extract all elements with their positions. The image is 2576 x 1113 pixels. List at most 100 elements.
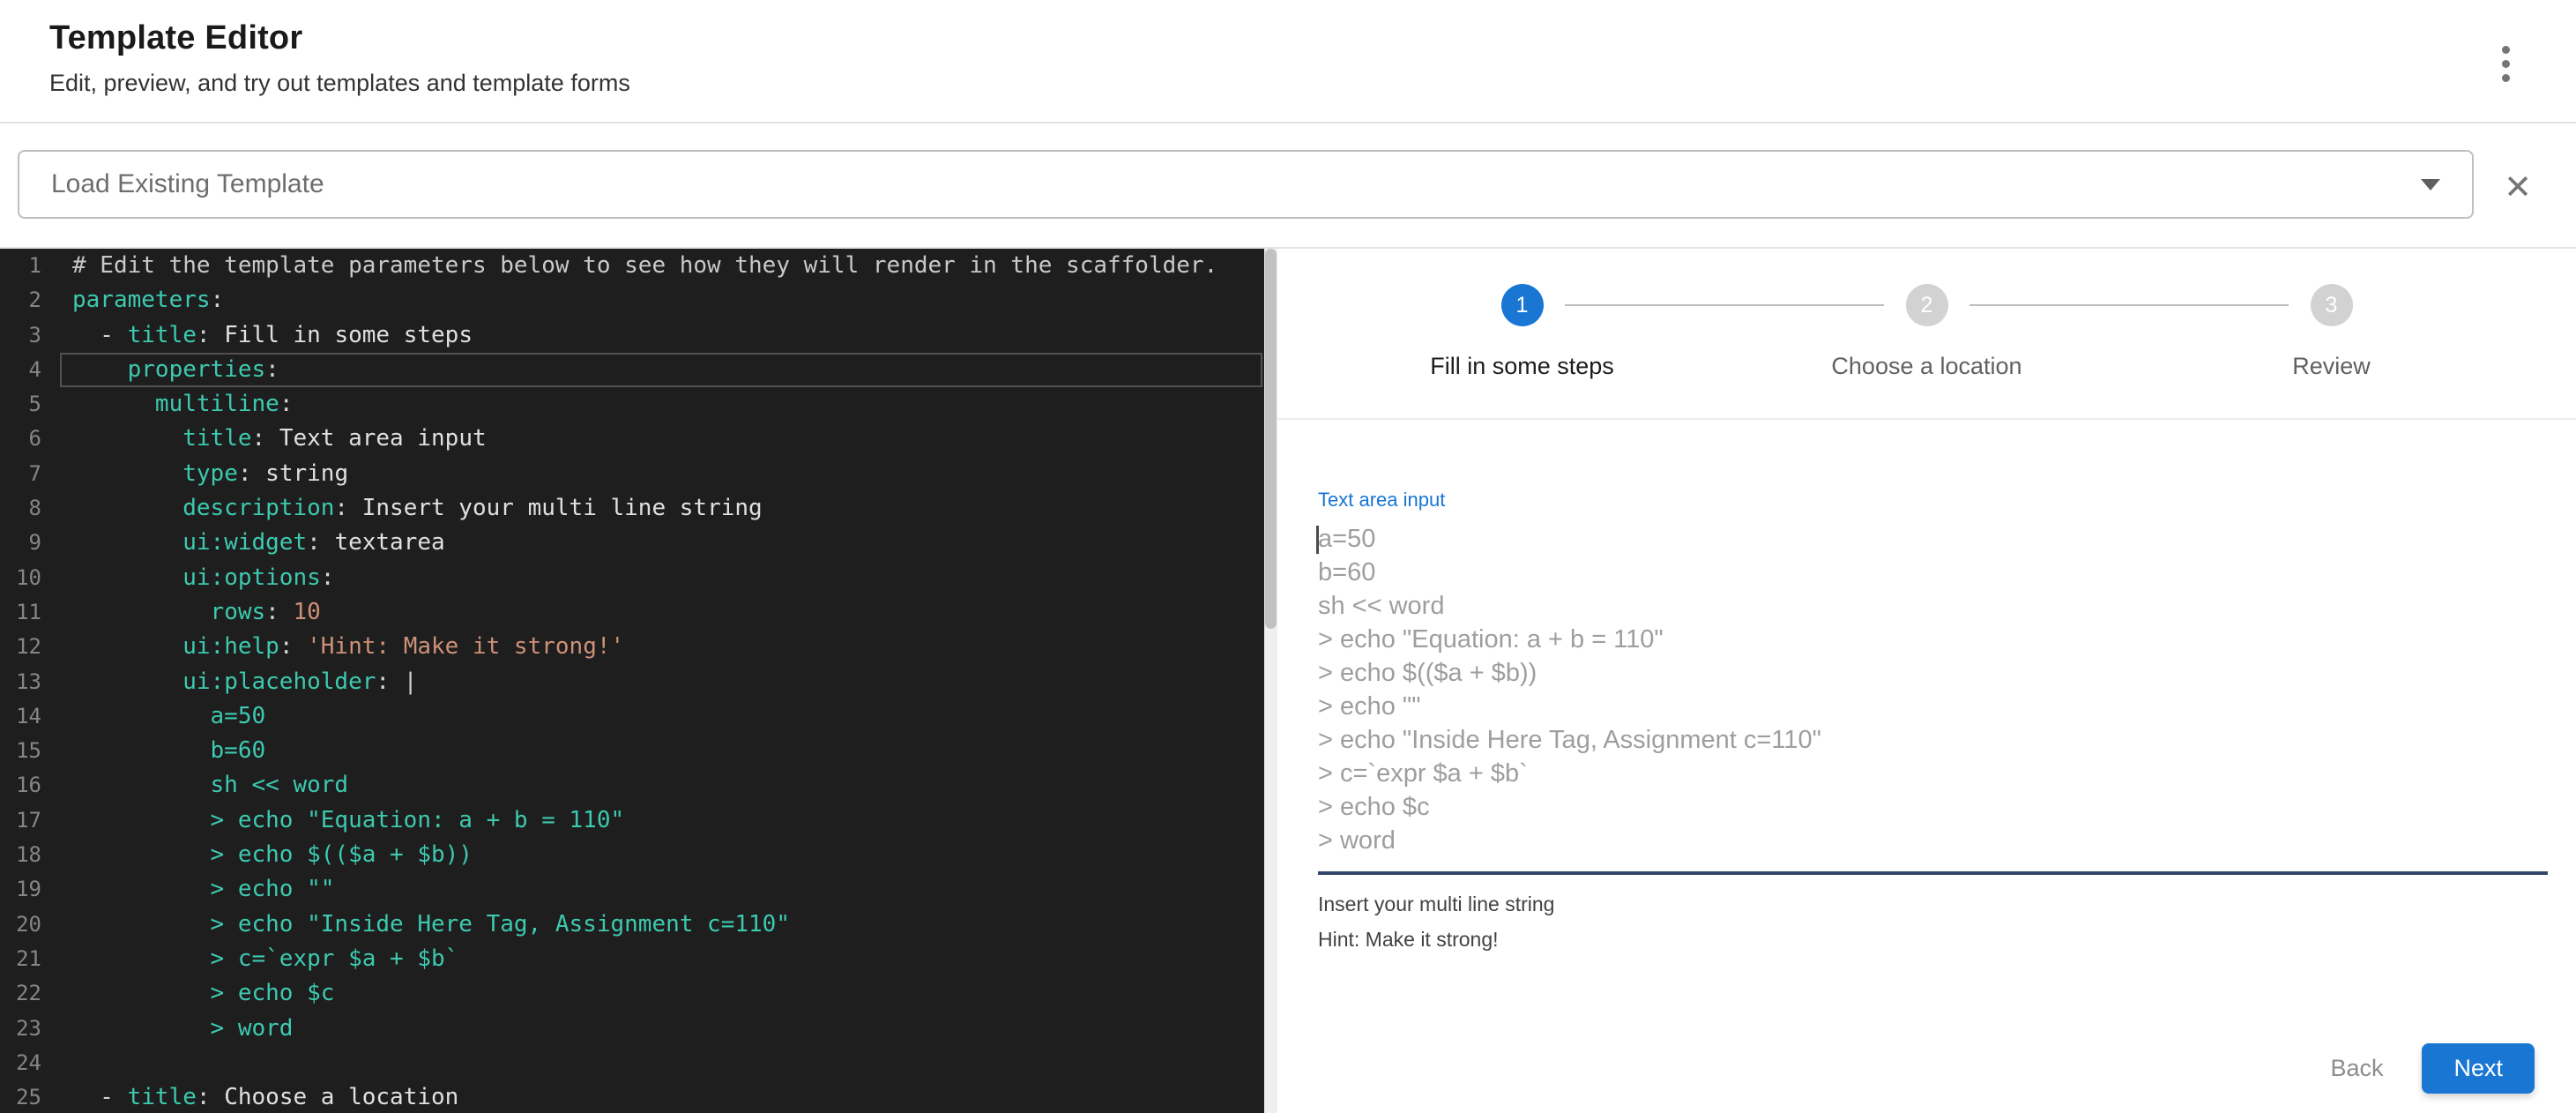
- editor-scrollbar[interactable]: [1264, 249, 1277, 1113]
- textarea-placeholder-line: > echo "Equation: a + b = 110": [1318, 623, 2548, 656]
- line-number: 19: [0, 872, 72, 907]
- stepper-connector: [1969, 304, 2289, 306]
- editor-line[interactable]: 6 title: Text area input: [0, 422, 1264, 456]
- code-text: parameters:: [72, 283, 224, 317]
- textarea-placeholder-line: > c=`expr $a + $b`: [1318, 757, 2548, 790]
- textarea-placeholder-line: > echo $c: [1318, 790, 2548, 824]
- code-text: # Edit the template parameters below to …: [72, 249, 1217, 283]
- field-description: Insert your multi line string: [1318, 893, 2548, 916]
- line-number: 11: [0, 595, 72, 630]
- close-icon: ✕: [2504, 169, 2532, 206]
- line-number: 24: [0, 1046, 72, 1080]
- code-text: > word: [72, 1012, 293, 1046]
- step-label: Choose a location: [1831, 353, 2021, 379]
- editor-line[interactable]: 20 > echo "Inside Here Tag, Assignment c…: [0, 908, 1264, 942]
- line-number: 20: [0, 908, 72, 942]
- editor-line[interactable]: 5 multiline:: [0, 387, 1264, 422]
- code-text: ui:placeholder: |: [72, 665, 417, 699]
- editor-line[interactable]: 18 > echo $(($a + $b)): [0, 838, 1264, 872]
- stepper: 1Fill in some steps2Choose a location 3 Re…: [1277, 249, 2576, 418]
- scrollbar-thumb[interactable]: [1265, 249, 1277, 629]
- line-number: 4: [0, 353, 72, 387]
- yaml-editor[interactable]: 1# Edit the template parameters below to…: [0, 249, 1264, 1113]
- editor-line[interactable]: 16 sh << word: [0, 768, 1264, 803]
- editor-line[interactable]: 1# Edit the template parameters below to…: [0, 249, 1264, 283]
- code-text: sh << word: [72, 768, 348, 803]
- editor-line[interactable]: 24: [0, 1046, 1264, 1080]
- editor-line[interactable]: 21 > c=`expr $a + $b`: [0, 942, 1264, 976]
- editor-line[interactable]: 2parameters:: [0, 283, 1264, 317]
- code-text: ui:widget: textarea: [72, 526, 445, 560]
- line-number: 21: [0, 942, 72, 976]
- code-text: > echo $(($a + $b)): [72, 838, 473, 872]
- textarea-placeholder-line: sh << word: [1318, 589, 2548, 623]
- editor-line[interactable]: 19 > echo "": [0, 872, 1264, 907]
- editor-line[interactable]: 8 description: Insert your multi line st…: [0, 491, 1264, 526]
- code-text: > echo "Equation: a + b = 110": [72, 803, 624, 838]
- line-number: 25: [0, 1080, 72, 1113]
- textarea-underline: [1318, 871, 2548, 875]
- code-text: ui:help: 'Hint: Make it strong!': [72, 630, 624, 664]
- textarea-placeholder-line: > echo $(($a + $b)): [1318, 656, 2548, 690]
- step-label: Review: [2292, 353, 2371, 379]
- page-header: Template Editor Edit, preview, and try o…: [0, 0, 2576, 123]
- stepper-step: 2Choose a location: [1724, 284, 2129, 379]
- editor-line[interactable]: 22 > echo $c: [0, 976, 1264, 1011]
- stepper-connector: [1565, 304, 1885, 306]
- close-button[interactable]: ✕: [2490, 164, 2546, 212]
- step-number-badge: 1: [1501, 284, 1544, 326]
- load-template-select-value: Load Existing Template: [51, 169, 2403, 199]
- template-editor-page: Template Editor Edit, preview, and try o…: [0, 0, 2576, 1113]
- line-number: 13: [0, 665, 72, 699]
- field-label: Text area input: [1318, 489, 2548, 512]
- form-preview-pane: 1Fill in some steps2Choose a location 3 Re…: [1277, 249, 2576, 1113]
- dropdown-caret-icon: [2421, 179, 2440, 190]
- editor-line[interactable]: 4 properties:: [0, 353, 1264, 387]
- line-number: 10: [0, 561, 72, 595]
- textarea-placeholder-line: a=50: [1318, 522, 2548, 556]
- next-button[interactable]: Next: [2422, 1043, 2535, 1094]
- editor-line[interactable]: 25 - title: Choose a location: [0, 1080, 1264, 1113]
- textarea-lines: a=50b=60sh << word> echo "Equation: a + …: [1318, 522, 2548, 857]
- code-text: multiline:: [72, 387, 293, 422]
- textarea-placeholder-line: > echo "": [1318, 690, 2548, 723]
- editor-line[interactable]: 7 type: string: [0, 457, 1264, 491]
- back-button[interactable]: Back: [2314, 1044, 2399, 1093]
- line-number: 16: [0, 768, 72, 803]
- kebab-menu-icon: [2502, 74, 2510, 82]
- line-number: 14: [0, 699, 72, 734]
- editor-line[interactable]: 15 b=60: [0, 734, 1264, 768]
- code-text: - title: Fill in some steps: [72, 318, 473, 353]
- editor-line[interactable]: 23 > word: [0, 1012, 1264, 1046]
- kebab-menu-icon: [2502, 46, 2510, 54]
- line-number: 23: [0, 1012, 72, 1046]
- step-number-badge: 3: [2311, 284, 2353, 326]
- template-selector-row: Load Existing Template ✕: [0, 123, 2576, 247]
- code-text: - title: Choose a location: [72, 1080, 458, 1113]
- multiline-textarea[interactable]: a=50b=60sh << word> echo "Equation: a + …: [1318, 522, 2548, 857]
- code-text: properties:: [72, 353, 279, 387]
- code-text: type: string: [72, 457, 348, 491]
- editor-line[interactable]: 11 rows: 10: [0, 595, 1264, 630]
- textarea-placeholder-line: b=60: [1318, 556, 2548, 589]
- stepper-step: 1Fill in some steps: [1320, 284, 1724, 379]
- editor-line[interactable]: 9 ui:widget: textarea: [0, 526, 1264, 560]
- code-text: title: Text area input: [72, 422, 487, 456]
- page-subtitle: Edit, preview, and try out templates and…: [49, 70, 2576, 97]
- more-options-button[interactable]: [2481, 35, 2530, 92]
- editor-line[interactable]: 10 ui:options:: [0, 561, 1264, 595]
- line-number: 17: [0, 803, 72, 838]
- code-text: > echo "Inside Here Tag, Assignment c=11…: [72, 908, 790, 942]
- editor-line[interactable]: 17 > echo "Equation: a + b = 110": [0, 803, 1264, 838]
- line-number: 22: [0, 976, 72, 1011]
- line-number: 18: [0, 838, 72, 872]
- code-text: a=50: [72, 699, 265, 734]
- editor-line[interactable]: 3 - title: Fill in some steps: [0, 318, 1264, 353]
- editor-line[interactable]: 14 a=50: [0, 699, 1264, 734]
- load-template-select[interactable]: Load Existing Template: [18, 150, 2474, 219]
- stepper-steps: 1Fill in some steps2Choose a location 3 Re…: [1320, 284, 2534, 379]
- line-number: 6: [0, 422, 72, 456]
- editor-line[interactable]: 12 ui:help: 'Hint: Make it strong!': [0, 630, 1264, 664]
- editor-line[interactable]: 13 ui:placeholder: |: [0, 665, 1264, 699]
- text-cursor: [1316, 526, 1319, 554]
